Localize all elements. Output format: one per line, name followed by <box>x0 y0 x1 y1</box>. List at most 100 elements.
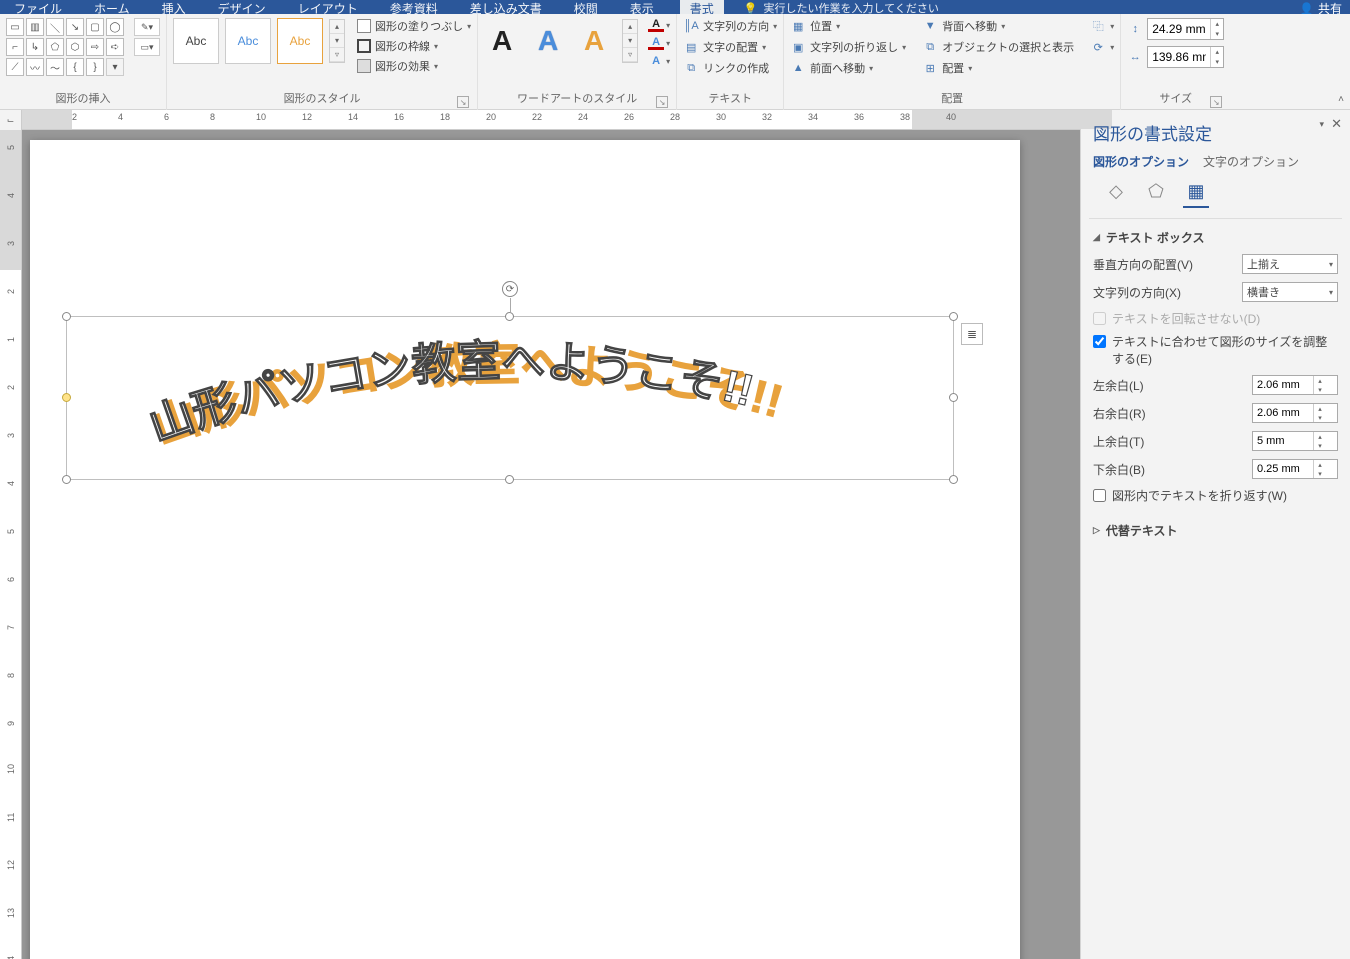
wrap-text-checkbox[interactable] <box>1093 489 1106 502</box>
width-field[interactable] <box>1148 48 1210 66</box>
text-direction-button[interactable]: ║A文字列の方向▾ <box>683 18 777 34</box>
pane-icon-effects[interactable]: ⬠ <box>1143 182 1169 208</box>
pane-menu-icon[interactable]: ▾ <box>1319 119 1324 130</box>
shape-poly-icon[interactable]: ⬠ <box>46 38 64 56</box>
margin-top-field[interactable] <box>1253 435 1313 447</box>
text-align-button[interactable]: ▤文字の配置▾ <box>683 39 777 55</box>
shape-brace2-icon[interactable]: } <box>86 58 104 76</box>
collapse-ribbon-button[interactable]: ˄ <box>1338 94 1344 105</box>
mr-down[interactable]: ▾ <box>1314 413 1326 422</box>
shape-style-scroll[interactable]: ▴ ▾ ▿ <box>329 19 345 63</box>
group-button[interactable]: ⿻▾ <box>1090 18 1114 34</box>
tab-design[interactable]: デザイン <box>212 0 272 14</box>
shape-wave-icon[interactable]: ～ <box>46 58 64 76</box>
text-effects-button[interactable]: A▾ <box>648 54 670 68</box>
margin-bottom-input[interactable]: ▴▾ <box>1252 459 1338 479</box>
width-input[interactable]: ▴▾ <box>1147 46 1224 68</box>
size-launcher[interactable]: ↘ <box>1210 96 1222 108</box>
pane-tab-shape[interactable]: 図形のオプション <box>1093 153 1189 170</box>
margin-left-input[interactable]: ▴▾ <box>1252 375 1338 395</box>
shape-style-1[interactable]: Abc <box>173 18 219 64</box>
tab-references[interactable]: 参考資料 <box>384 0 444 14</box>
wordart-launcher[interactable]: ↘ <box>656 96 668 108</box>
section-alttext-header[interactable]: ▷代替テキスト <box>1093 522 1338 539</box>
text-wrap-button[interactable]: ▣文字列の折り返し▾ <box>790 39 906 55</box>
mb-up[interactable]: ▴ <box>1314 460 1326 469</box>
shape-line-icon[interactable]: ＼ <box>46 18 64 36</box>
tab-review[interactable]: 校閲 <box>568 0 604 14</box>
shape-rect-icon[interactable]: ▢ <box>86 18 104 36</box>
send-backward-button[interactable]: ▼背面へ移動▾ <box>922 18 1074 34</box>
text-fill-button[interactable]: A▾ <box>648 18 670 32</box>
layout-options-button[interactable]: ≣ <box>961 323 983 345</box>
tab-format[interactable]: 書式 <box>680 0 724 14</box>
shape-effects-button[interactable]: 図形の効果▾ <box>357 58 471 74</box>
shape-rarrow-icon[interactable]: ⇨ <box>86 38 104 56</box>
wa-scroll-down-icon[interactable]: ▾ <box>623 34 637 48</box>
selection-pane-button[interactable]: ⧉オブジェクトの選択と表示 <box>922 39 1074 55</box>
tab-mailings[interactable]: 差し込み文書 <box>464 0 548 14</box>
rotate-button[interactable]: ⟳▾ <box>1090 39 1114 55</box>
handle-se[interactable] <box>949 475 958 484</box>
height-down[interactable]: ▾ <box>1211 29 1223 39</box>
height-field[interactable] <box>1148 20 1210 38</box>
shape-style-2[interactable]: Abc <box>225 18 271 64</box>
wordart-style-3[interactable]: A <box>576 18 612 64</box>
mb-down[interactable]: ▾ <box>1314 469 1326 478</box>
mt-up[interactable]: ▴ <box>1314 432 1326 441</box>
scroll-more-icon[interactable]: ▿ <box>330 48 344 62</box>
ml-up[interactable]: ▴ <box>1314 376 1326 385</box>
ruler-corner[interactable]: ⌙ <box>0 110 22 130</box>
shape-oval-icon[interactable]: ◯ <box>106 18 124 36</box>
wordart-text[interactable]: 山形パソコン教室へようこそ!! 山形パソコン教室へようこそ!! <box>67 325 953 468</box>
margin-left-field[interactable] <box>1253 379 1313 391</box>
margin-right-field[interactable] <box>1253 407 1313 419</box>
margin-bottom-field[interactable] <box>1253 463 1313 475</box>
tab-file[interactable]: ファイル <box>8 0 68 14</box>
handle-s[interactable] <box>505 475 514 484</box>
scroll-up-icon[interactable]: ▴ <box>330 20 344 34</box>
handle-nw[interactable] <box>62 312 71 321</box>
shape-hex-icon[interactable]: ⬡ <box>66 38 84 56</box>
tab-layout[interactable]: レイアウト <box>292 0 364 14</box>
shape-arrow-icon[interactable]: ↘ <box>66 18 84 36</box>
autofit-row[interactable]: テキストに合わせて図形のサイズを調整する(E) <box>1093 333 1338 367</box>
width-down[interactable]: ▾ <box>1211 57 1223 67</box>
wrap-text-row[interactable]: 図形内でテキストを折り返す(W) <box>1093 487 1338 504</box>
ml-down[interactable]: ▾ <box>1314 385 1326 394</box>
shape-freeform-icon[interactable]: ⟋ <box>6 58 24 76</box>
wordart-style-2[interactable]: A <box>530 18 566 64</box>
edit-shape-dd[interactable]: ✎▾ <box>134 18 160 36</box>
handle-ne[interactable] <box>949 312 958 321</box>
handle-n[interactable] <box>505 312 514 321</box>
bring-forward-button[interactable]: ▲前面へ移動▾ <box>790 60 906 76</box>
section-textbox-header[interactable]: ◢テキスト ボックス <box>1093 229 1338 246</box>
shape-elbow-icon[interactable]: ⌐ <box>6 38 24 56</box>
text-outline-button[interactable]: A▾ <box>648 36 670 50</box>
shape-rarrow2-icon[interactable]: ➪ <box>106 38 124 56</box>
mt-down[interactable]: ▾ <box>1314 441 1326 450</box>
tab-insert[interactable]: 挿入 <box>156 0 192 14</box>
mr-up[interactable]: ▴ <box>1314 404 1326 413</box>
shape-style-3[interactable]: Abc <box>277 18 323 64</box>
wa-scroll-up-icon[interactable]: ▴ <box>623 20 637 34</box>
shape-fill-button[interactable]: 図形の塗りつぶし▾ <box>357 18 471 34</box>
position-button[interactable]: ▦位置▾ <box>790 18 906 34</box>
create-link-button[interactable]: ⧉リンクの作成 <box>683 60 777 76</box>
pane-close-icon[interactable]: ✕ <box>1331 116 1342 132</box>
share-button[interactable]: 👤 共有 <box>1299 0 1342 14</box>
selected-textbox[interactable]: ⟳ ≣ <box>66 316 954 480</box>
autofit-checkbox[interactable] <box>1093 335 1106 348</box>
page[interactable]: ⟳ ≣ <box>30 140 1020 959</box>
shape-vtext-icon[interactable]: ▥ <box>26 18 44 36</box>
tab-home[interactable]: ホーム <box>88 0 136 14</box>
shape-brace1-icon[interactable]: { <box>66 58 84 76</box>
wa-scroll-more-icon[interactable]: ▿ <box>623 48 637 62</box>
draw-textbox-dd[interactable]: ▭▾ <box>134 38 160 56</box>
canvas[interactable]: ⟳ ≣ <box>22 130 1080 959</box>
margin-right-input[interactable]: ▴▾ <box>1252 403 1338 423</box>
margin-top-input[interactable]: ▴▾ <box>1252 431 1338 451</box>
shape-curve-icon[interactable]: 〰 <box>26 58 44 76</box>
rotate-handle[interactable]: ⟳ <box>502 281 518 297</box>
valign-combo[interactable]: 上揃え▾ <box>1242 254 1338 274</box>
